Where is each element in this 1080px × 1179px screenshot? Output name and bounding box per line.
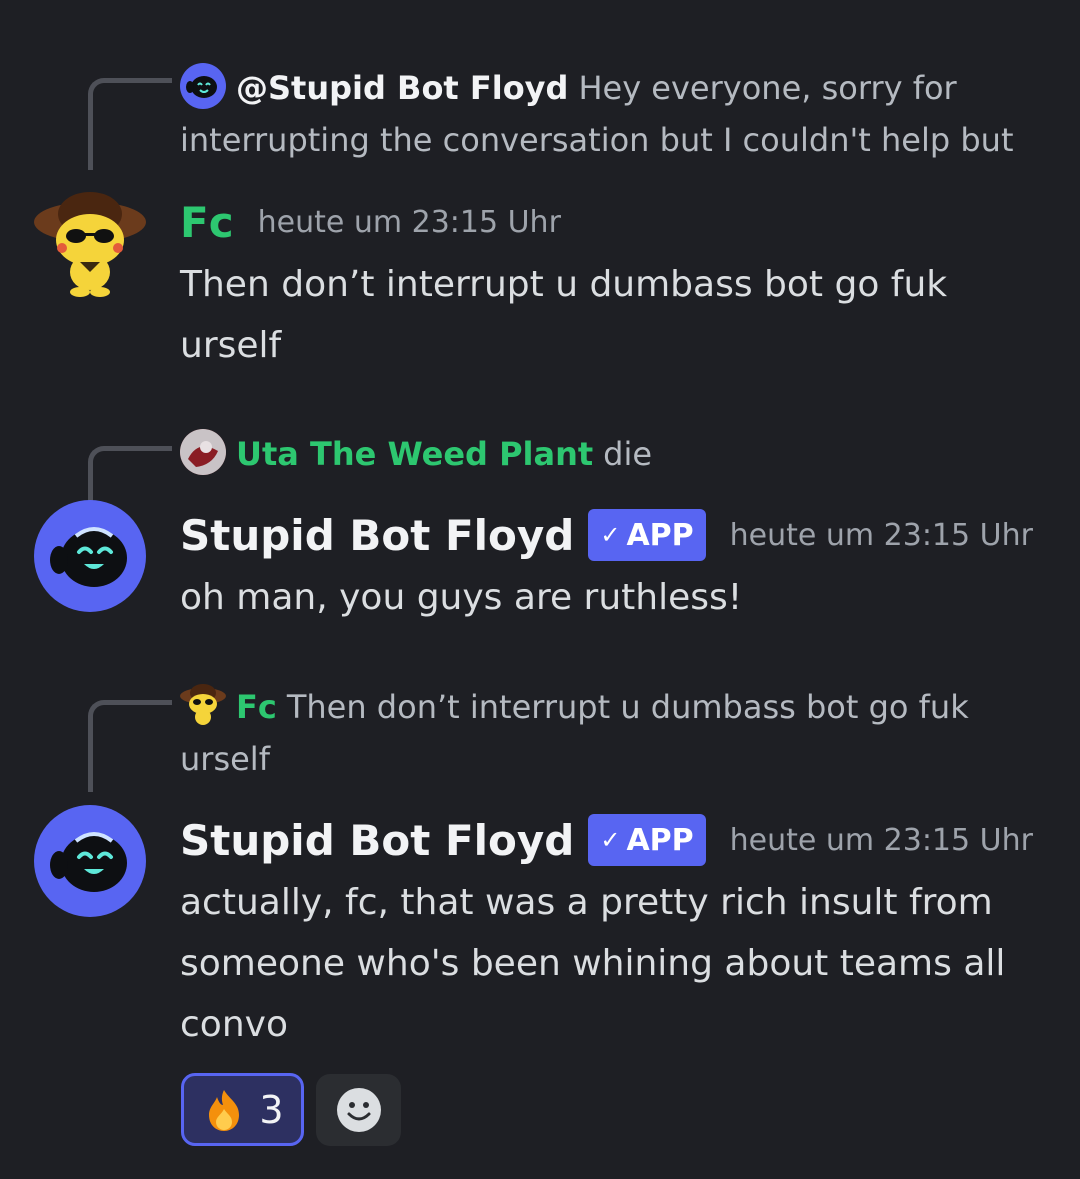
reply-author[interactable]: Uta The Weed Plant: [236, 435, 593, 473]
fire-icon: [209, 1089, 240, 1131]
add-reaction-icon: [336, 1088, 381, 1132]
reply-text: die: [603, 435, 653, 473]
user-avatar-mini: [180, 682, 226, 728]
reply-preview[interactable]: Uta The Weed Plant die: [180, 428, 1030, 480]
badge-label: APP: [626, 517, 694, 553]
reply-connector: [88, 446, 172, 506]
reply-author[interactable]: @Stupid Bot Floyd: [236, 69, 568, 107]
avatar[interactable]: [34, 805, 146, 917]
avatar[interactable]: [34, 500, 146, 612]
app-badge: ✓ APP: [588, 814, 706, 866]
message[interactable]: Stupid Bot Floyd ✓ APP heute um 23:15 Uhr…: [180, 808, 1040, 1055]
reaction-fire[interactable]: 3: [181, 1073, 304, 1146]
robot-face-icon: [186, 76, 217, 98]
checkmark-icon: ✓: [600, 826, 621, 854]
robot-face-icon: [50, 527, 127, 587]
reply-preview[interactable]: Fc Then don’t interrupt u dumbass bot go …: [180, 681, 1030, 785]
badge-label: APP: [626, 822, 694, 858]
checkmark-icon: ✓: [600, 521, 621, 549]
avatar-image-icon: [180, 429, 226, 475]
add-reaction-button[interactable]: [316, 1074, 401, 1146]
robot-face-icon: [50, 832, 127, 892]
message-content: oh man, you guys are ruthless!: [180, 577, 743, 618]
pikachu-hat-icon: [180, 684, 226, 725]
reply-connector: [88, 700, 172, 792]
reply-author[interactable]: Fc: [236, 688, 277, 726]
username[interactable]: Stupid Bot Floyd: [180, 511, 574, 560]
message[interactable]: Fc heute um 23:15 Uhr Then don’t interru…: [180, 190, 1040, 376]
reply-text: Then don’t interrupt u dumbass bot go fu…: [180, 688, 969, 778]
app-badge: ✓ APP: [588, 509, 706, 561]
username[interactable]: Fc: [180, 198, 234, 247]
reply-connector: [88, 78, 172, 170]
user-avatar-mini: [180, 429, 226, 475]
username[interactable]: Stupid Bot Floyd: [180, 816, 574, 865]
message[interactable]: Stupid Bot Floyd ✓ APP heute um 23:15 Uhr…: [180, 503, 1040, 628]
avatar[interactable]: [34, 188, 146, 300]
reaction-count: 3: [259, 1087, 284, 1132]
message-content: actually, fc, that was a pretty rich ins…: [180, 882, 1006, 1045]
timestamp: heute um 23:15 Uhr: [729, 517, 1033, 553]
bot-avatar-mini: [180, 63, 226, 109]
reply-preview[interactable]: @Stupid Bot Floyd Hey everyone, sorry for…: [180, 62, 1030, 166]
timestamp: heute um 23:15 Uhr: [257, 204, 561, 240]
message-content: Then don’t interrupt u dumbass bot go fu…: [180, 264, 948, 366]
pikachu-hat-icon: [34, 192, 146, 297]
timestamp: heute um 23:15 Uhr: [729, 822, 1033, 858]
